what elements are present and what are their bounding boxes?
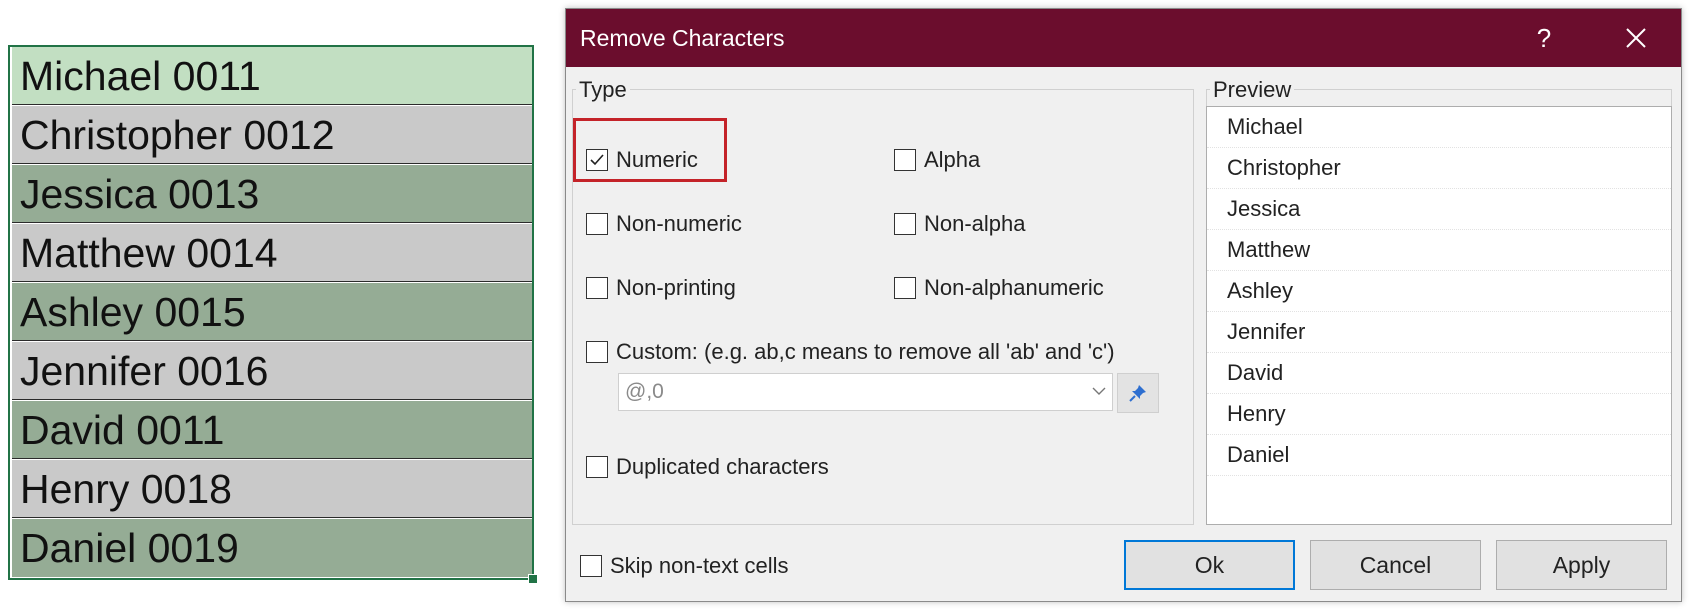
- help-button[interactable]: ?: [1524, 9, 1564, 67]
- list-item: Henry: [1207, 394, 1671, 435]
- pin-button[interactable]: [1117, 373, 1159, 413]
- checkmark-icon: [590, 154, 604, 166]
- chevron-down-icon[interactable]: [1092, 386, 1106, 396]
- cell-a5[interactable]: Ashley 0015: [12, 283, 532, 341]
- duplicated-characters-label: Duplicated characters: [616, 454, 829, 479]
- list-item: Matthew: [1207, 230, 1671, 271]
- non-printing-checkbox-box[interactable]: [586, 277, 608, 299]
- non-numeric-checkbox-box[interactable]: [586, 213, 608, 235]
- list-item: Michael: [1207, 107, 1671, 148]
- non-printing-label: Non-printing: [616, 275, 736, 300]
- apply-button[interactable]: Apply: [1496, 540, 1667, 590]
- cell-a2[interactable]: Christopher 0012: [12, 106, 532, 164]
- non-printing-checkbox[interactable]: Non-printing: [586, 275, 736, 301]
- list-item: Christopher: [1207, 148, 1671, 189]
- non-numeric-label: Non-numeric: [616, 211, 742, 236]
- pin-icon: [1129, 385, 1146, 402]
- alpha-label: Alpha: [924, 147, 981, 172]
- duplicated-characters-checkbox-box[interactable]: [586, 456, 608, 478]
- alpha-checkbox[interactable]: Alpha: [894, 147, 980, 173]
- numeric-checkbox-box[interactable]: [586, 149, 608, 171]
- custom-checkbox[interactable]: Custom: (e.g. ab,c means to remove all '…: [586, 339, 1115, 365]
- skip-non-text-label: Skip non-text cells: [610, 553, 789, 578]
- list-item: Jessica: [1207, 189, 1671, 230]
- cancel-button[interactable]: Cancel: [1310, 540, 1481, 590]
- skip-non-text-checkbox[interactable]: Skip non-text cells: [580, 553, 789, 579]
- list-item: Jennifer: [1207, 312, 1671, 353]
- non-numeric-checkbox[interactable]: Non-numeric: [586, 211, 742, 237]
- custom-characters-value: @,0: [625, 380, 664, 403]
- close-button[interactable]: [1611, 9, 1661, 67]
- custom-characters-combo[interactable]: @,0: [618, 373, 1113, 411]
- list-item: Daniel: [1207, 435, 1671, 476]
- ok-button[interactable]: Ok: [1124, 540, 1295, 590]
- non-alpha-checkbox[interactable]: Non-alpha: [894, 211, 1026, 237]
- cell-a3[interactable]: Jessica 0013: [12, 165, 532, 223]
- custom-label: Custom: (e.g. ab,c means to remove all '…: [616, 339, 1115, 364]
- numeric-label: Numeric: [616, 147, 698, 172]
- close-icon: [1626, 28, 1646, 48]
- preview-label: Preview: [1210, 77, 1295, 103]
- cell-a9[interactable]: Daniel 0019: [12, 519, 532, 577]
- non-alphanumeric-checkbox[interactable]: Non-alphanumeric: [894, 275, 1104, 301]
- non-alphanumeric-checkbox-box[interactable]: [894, 277, 916, 299]
- title-bar[interactable]: Remove Characters ?: [566, 9, 1681, 67]
- duplicated-characters-checkbox[interactable]: Duplicated characters: [586, 454, 829, 480]
- cell-a4[interactable]: Matthew 0014: [12, 224, 532, 282]
- type-group-label: Type: [576, 77, 630, 103]
- cell-a1[interactable]: Michael 0011: [12, 47, 532, 105]
- numeric-checkbox[interactable]: Numeric: [586, 147, 698, 173]
- preview-list[interactable]: Michael Christopher Jessica Matthew Ashl…: [1206, 106, 1672, 525]
- alpha-checkbox-box[interactable]: [894, 149, 916, 171]
- custom-checkbox-box[interactable]: [586, 341, 608, 363]
- remove-characters-dialog: Remove Characters ? Type Numeric Alpha N…: [565, 8, 1682, 602]
- cell-a6[interactable]: Jennifer 0016: [12, 342, 532, 400]
- list-item: Ashley: [1207, 271, 1671, 312]
- list-item: David: [1207, 353, 1671, 394]
- skip-non-text-checkbox-box[interactable]: [580, 555, 602, 577]
- non-alpha-label: Non-alpha: [924, 211, 1026, 236]
- non-alphanumeric-label: Non-alphanumeric: [924, 275, 1104, 300]
- cell-a7[interactable]: David 0011: [12, 401, 532, 459]
- cell-a8[interactable]: Henry 0018: [12, 460, 532, 518]
- non-alpha-checkbox-box[interactable]: [894, 213, 916, 235]
- dialog-title: Remove Characters: [580, 25, 785, 51]
- cell-range[interactable]: Michael 0011 Christopher 0012 Jessica 00…: [8, 45, 534, 580]
- fill-handle[interactable]: [528, 574, 538, 584]
